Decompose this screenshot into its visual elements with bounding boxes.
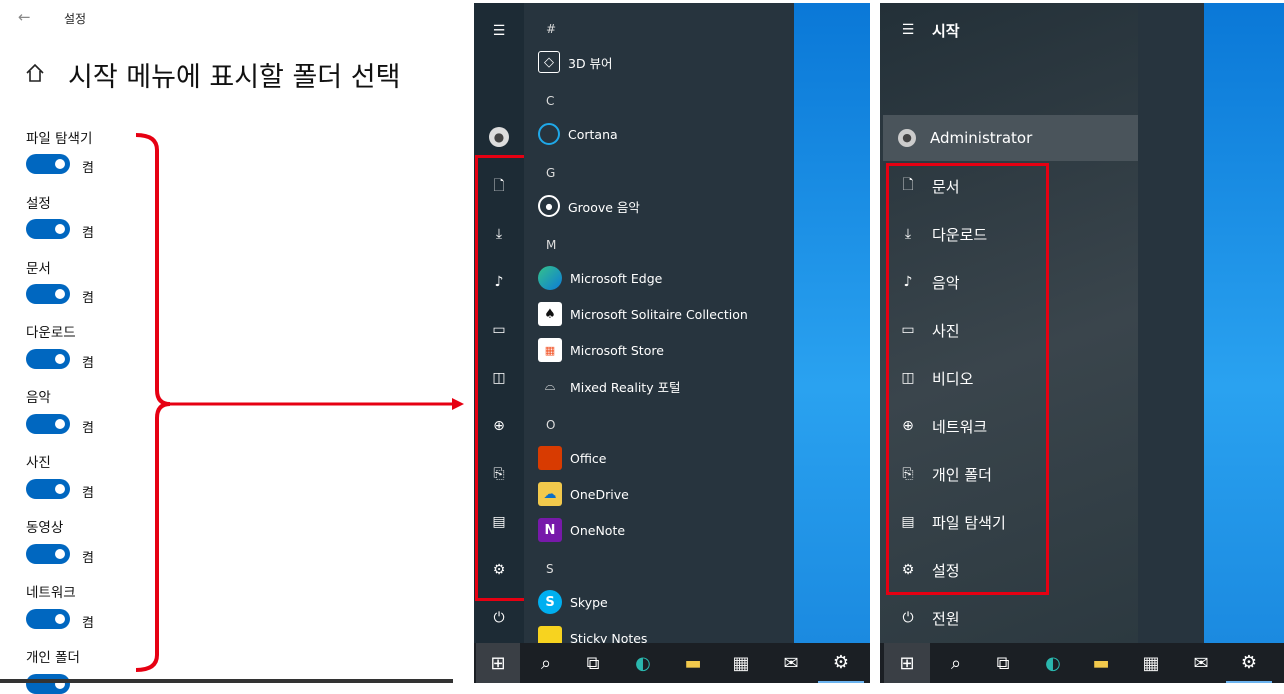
letter-header[interactable]: M [546, 238, 556, 252]
app-cortana[interactable]: Cortana [538, 121, 618, 147]
onedrive-icon: ☁ [538, 482, 562, 506]
edge-taskbar-icon[interactable]: ◐ [1030, 643, 1076, 683]
start-header[interactable]: ☰ 시작 [898, 16, 960, 44]
taskbar: ⊞ ⌕ ⧉ ◐ ▬ ▦ ✉ ⚙ [880, 643, 1284, 683]
desktop-background [794, 3, 870, 643]
app-list-edge [1138, 3, 1204, 643]
groove-icon: ● [538, 195, 560, 217]
cortana-icon [538, 123, 560, 145]
highlight-box [886, 163, 1049, 595]
onenote-icon: N [538, 518, 562, 542]
cards-icon: ♠ [538, 302, 562, 326]
task-view-icon[interactable]: ⧉ [980, 643, 1026, 683]
store-taskbar-icon[interactable]: ▦ [718, 643, 764, 683]
user-avatar-icon: ● [898, 129, 916, 147]
edge-taskbar-icon[interactable]: ◐ [620, 643, 666, 683]
task-view-icon[interactable]: ⧉ [570, 643, 616, 683]
app-onenote[interactable]: N OneNote [538, 517, 625, 543]
app-edge[interactable]: Microsoft Edge [538, 265, 662, 291]
app-sticky-notes[interactable]: Sticky Notes [538, 625, 647, 643]
mail-taskbar-icon[interactable]: ✉ [768, 643, 814, 683]
store-taskbar-icon[interactable]: ▦ [1128, 643, 1174, 683]
user-avatar-icon[interactable]: ● [489, 127, 509, 147]
app-3d-viewer[interactable]: ◇ 3D 뷰어 [538, 49, 613, 75]
search-icon[interactable]: ⌕ [933, 643, 979, 683]
folder-taskbar-icon[interactable]: ▬ [1078, 643, 1124, 683]
headset-icon: ⌓ [544, 378, 556, 394]
mail-taskbar-icon[interactable]: ✉ [1178, 643, 1224, 683]
hamburger-icon[interactable]: ☰ [898, 22, 918, 38]
app-list: # ◇ 3D 뷰어 C Cortana G ● Groove 음악 M Micros… [524, 3, 794, 643]
windows-start-icon[interactable]: ⊞ [476, 643, 520, 683]
settings-taskbar-icon[interactable]: ⚙ [818, 643, 864, 683]
search-icon[interactable]: ⌕ [523, 643, 569, 683]
hamburger-icon[interactable]: ☰ [489, 21, 509, 41]
office-icon [538, 446, 562, 470]
skype-icon: S [538, 590, 562, 614]
store-icon: ▦ [538, 338, 562, 362]
windows-start-icon[interactable]: ⊞ [884, 643, 930, 683]
taskbar: ⊞ ⌕ ⧉ ◐ ▬ ▦ ✉ ⚙ [474, 643, 870, 683]
start-menu-compact: ☰ ● 🗋 ⤓ ♪ ▭ ◫ ⊕ ⎘ ▤ ⚙ ⏻ # ◇ 3D 뷰어 C Corta… [474, 3, 870, 683]
letter-header[interactable]: # [546, 22, 556, 36]
start-menu-expanded: ☰ 시작 ● Administrator 🗋 문서 ⤓ 다운로드 ♪ 음악 ▭ 사진 ◫ 비디… [880, 3, 1284, 683]
nav-power[interactable]: ⏻ 전원 [898, 604, 959, 632]
power-icon: ⏻ [902, 610, 914, 626]
settings-taskbar-icon[interactable]: ⚙ [1226, 643, 1272, 683]
edge-icon [538, 266, 562, 290]
app-office[interactable]: Office [538, 445, 607, 471]
folder-taskbar-icon[interactable]: ▬ [670, 643, 716, 683]
cube-icon: ◇ [538, 51, 560, 73]
app-store[interactable]: ▦ Microsoft Store [538, 337, 664, 363]
letter-header[interactable]: S [546, 562, 554, 576]
letter-header[interactable]: G [546, 166, 555, 180]
desktop-background [1204, 3, 1284, 643]
letter-header[interactable]: C [546, 94, 554, 108]
power-icon[interactable]: ⏻ [489, 608, 509, 628]
app-skype[interactable]: S Skype [538, 589, 608, 615]
user-account[interactable]: ● Administrator [898, 124, 1032, 152]
app-onedrive[interactable]: ☁ OneDrive [538, 481, 629, 507]
app-mixed-reality[interactable]: ⌓ Mixed Reality 포털 [538, 373, 681, 399]
letter-header[interactable]: O [546, 418, 555, 432]
sticky-notes-icon [538, 626, 562, 643]
app-groove[interactable]: ● Groove 음악 [538, 193, 640, 219]
app-solitaire[interactable]: ♠ Microsoft Solitaire Collection [538, 301, 748, 327]
